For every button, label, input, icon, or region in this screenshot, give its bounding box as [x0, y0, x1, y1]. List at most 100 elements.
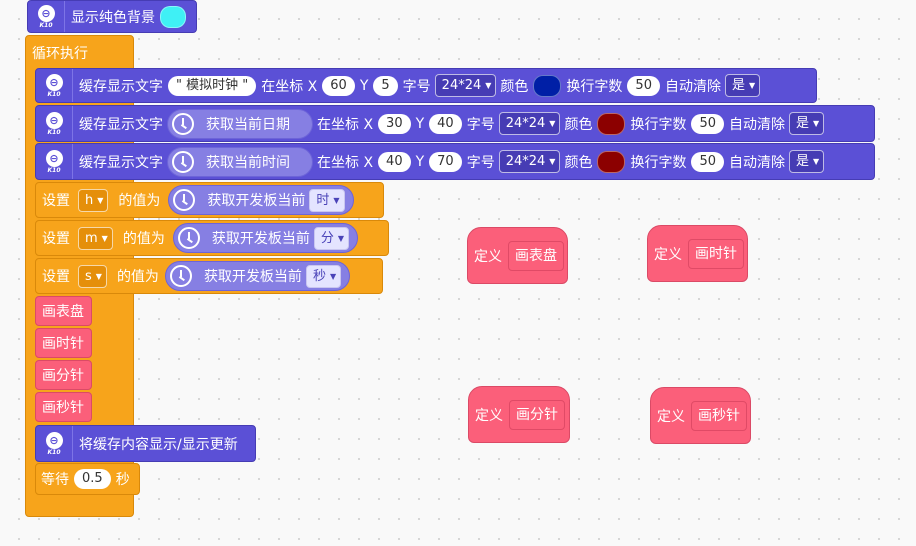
wait-seconds-input[interactable]: 0.5 — [74, 469, 111, 489]
color-label: 颜色 — [564, 154, 593, 171]
k10-board-icon: ⊖ K10 — [36, 144, 73, 179]
variable-dropdown[interactable]: s ▼ — [78, 264, 107, 288]
call-draw-minute-hand-block[interactable]: 画分针 — [35, 360, 92, 390]
block-label: 缓存显示文字 — [79, 116, 163, 133]
wrap-count-input[interactable]: 50 — [691, 151, 724, 172]
block-label: 画表盘 — [42, 304, 84, 320]
time-unit-dropdown[interactable]: 秒 ▼ — [305, 264, 342, 288]
define-draw-hour-hand-block[interactable]: 定义 画时针 — [647, 225, 748, 282]
set-variable-h-block[interactable]: 设置 h ▼ 的值为 获取开发板当前 时 ▼ — [35, 182, 384, 218]
define-draw-second-hand-block[interactable]: 定义 画秒针 — [650, 387, 751, 444]
chevron-down-icon: ▼ — [748, 81, 756, 90]
block-label: 画秒针 — [42, 400, 84, 416]
get-current-time-reporter[interactable]: 获取当前时间 — [167, 146, 313, 177]
text-color-swatch[interactable] — [533, 74, 562, 97]
font-size-dropdown[interactable]: 24*24 ▼ — [498, 150, 561, 173]
clock-icon — [177, 227, 200, 249]
auto-clear-dropdown[interactable]: 是 ▼ — [789, 112, 825, 135]
coordinate-x-label: 在坐标 X — [317, 154, 374, 171]
x-input[interactable]: 60 — [322, 75, 355, 96]
get-board-time-reporter[interactable]: 获取开发板当前 秒 ▼ — [164, 261, 351, 291]
font-size-dropdown[interactable]: 24*24 ▼ — [498, 112, 561, 135]
value-label: 的值为 — [118, 193, 161, 209]
y-input[interactable]: 70 — [429, 151, 462, 172]
chevron-down-icon: ▼ — [813, 157, 820, 166]
wrap-count-label: 换行字数 — [630, 154, 687, 171]
font-size-label: 字号 — [402, 78, 431, 95]
chevron-down-icon: ▼ — [333, 195, 340, 205]
y-input[interactable]: 5 — [373, 75, 398, 96]
reporter-label: 获取开发板当前 — [207, 193, 306, 209]
time-unit-dropdown[interactable]: 时 ▼ — [309, 188, 345, 212]
coordinate-x-label: 在坐标 X — [261, 78, 318, 95]
text-string-input[interactable]: " 模拟时钟 " — [168, 75, 257, 96]
procedure-name: 画秒针 — [691, 400, 747, 431]
k10-board-icon: ⊖ K10 — [36, 426, 73, 461]
chevron-down-icon: ▼ — [337, 233, 344, 243]
wait-block[interactable]: 等待 0.5 秒 — [35, 463, 140, 495]
reporter-label: 获取开发板当前 — [203, 269, 302, 285]
cache-display-text-block[interactable]: ⊖ K10 缓存显示文字 获取当前时间 在坐标 X 40 Y 70 字号 24*2… — [35, 143, 875, 180]
get-current-date-reporter[interactable]: 获取当前日期 — [167, 108, 313, 139]
get-board-time-reporter[interactable]: 获取开发板当前 时 ▼ — [168, 185, 354, 215]
text-color-swatch[interactable] — [597, 150, 626, 173]
value-label: 的值为 — [122, 231, 165, 247]
block-label: 画分针 — [42, 368, 84, 384]
set-variable-s-block[interactable]: 设置 s ▼ 的值为 获取开发板当前 秒 ▼ — [35, 258, 383, 294]
k10-board-icon: ⊖ K10 — [28, 1, 65, 32]
define-draw-dial-block[interactable]: 定义 画表盘 — [467, 227, 568, 284]
show-solid-background-block[interactable]: ⊖ K10 显示纯色背景 — [27, 0, 197, 33]
coordinate-y-label: Y — [359, 77, 369, 94]
cache-display-text-block[interactable]: ⊖ K10 缓存显示文字 " 模拟时钟 " 在坐标 X 60 Y 5 字号 24*… — [35, 68, 817, 103]
block-label: 将缓存内容显示/显示更新 — [79, 436, 238, 453]
call-draw-dial-block[interactable]: 画表盘 — [35, 296, 92, 326]
call-draw-second-hand-block[interactable]: 画秒针 — [35, 392, 92, 422]
define-draw-minute-hand-block[interactable]: 定义 画分针 — [468, 386, 570, 443]
clock-icon — [172, 112, 194, 135]
chevron-down-icon: ▼ — [813, 119, 820, 128]
color-label: 颜色 — [564, 116, 593, 133]
block-label: 设置 — [42, 269, 70, 285]
auto-clear-label: 自动清除 — [729, 154, 785, 171]
x-input[interactable]: 30 — [378, 113, 411, 134]
block-label: 画时针 — [42, 336, 84, 352]
auto-clear-dropdown[interactable]: 是 ▼ — [789, 150, 825, 173]
chevron-down-icon: ▼ — [485, 81, 492, 90]
variable-dropdown[interactable]: h ▼ — [78, 188, 109, 212]
chevron-down-icon: ▼ — [101, 233, 108, 243]
block-label: 循环执行 — [32, 46, 88, 62]
set-variable-m-block[interactable]: 设置 m ▼ 的值为 获取开发板当前 分 ▼ — [35, 220, 389, 256]
coordinate-y-label: Y — [415, 153, 425, 170]
define-label: 定义 — [654, 246, 682, 263]
color-label: 颜色 — [500, 78, 529, 95]
block-label: 设置 — [42, 193, 70, 209]
k10-board-icon: ⊖ K10 — [36, 69, 73, 102]
text-color-swatch[interactable] — [597, 112, 626, 135]
time-unit-dropdown[interactable]: 分 ▼ — [313, 226, 349, 250]
variable-dropdown[interactable]: m ▼ — [78, 226, 113, 250]
cache-display-text-block[interactable]: ⊖ K10 缓存显示文字 获取当前日期 在坐标 X 30 Y 40 字号 24*2… — [35, 105, 875, 142]
get-board-time-reporter[interactable]: 获取开发板当前 分 ▼ — [172, 223, 358, 253]
x-input[interactable]: 40 — [378, 151, 411, 172]
define-label: 定义 — [474, 248, 502, 265]
auto-clear-label: 自动清除 — [729, 116, 785, 133]
auto-clear-label: 自动清除 — [664, 78, 721, 95]
block-label: 显示纯色背景 — [71, 9, 155, 26]
procedure-name: 画表盘 — [508, 240, 564, 271]
call-draw-hour-hand-block[interactable]: 画时针 — [35, 328, 92, 358]
define-label: 定义 — [657, 408, 685, 425]
font-size-dropdown[interactable]: 24*24 ▼ — [434, 74, 497, 97]
reporter-label: 获取当前时间 — [206, 154, 290, 171]
auto-clear-dropdown[interactable]: 是 ▼ — [724, 74, 761, 97]
coordinate-x-label: 在坐标 X — [317, 116, 374, 133]
clock-icon — [173, 189, 196, 211]
wrap-count-input[interactable]: 50 — [627, 75, 660, 96]
show-cache-update-block[interactable]: ⊖ K10 将缓存内容显示/显示更新 — [35, 425, 256, 462]
y-input[interactable]: 40 — [429, 113, 462, 134]
wait-unit-label: 秒 — [115, 472, 130, 488]
block-label: 缓存显示文字 — [79, 154, 163, 171]
background-color-swatch[interactable] — [160, 5, 186, 28]
k10-board-icon: ⊖ K10 — [36, 106, 73, 141]
procedure-name: 画时针 — [688, 238, 744, 269]
wrap-count-input[interactable]: 50 — [691, 113, 724, 134]
